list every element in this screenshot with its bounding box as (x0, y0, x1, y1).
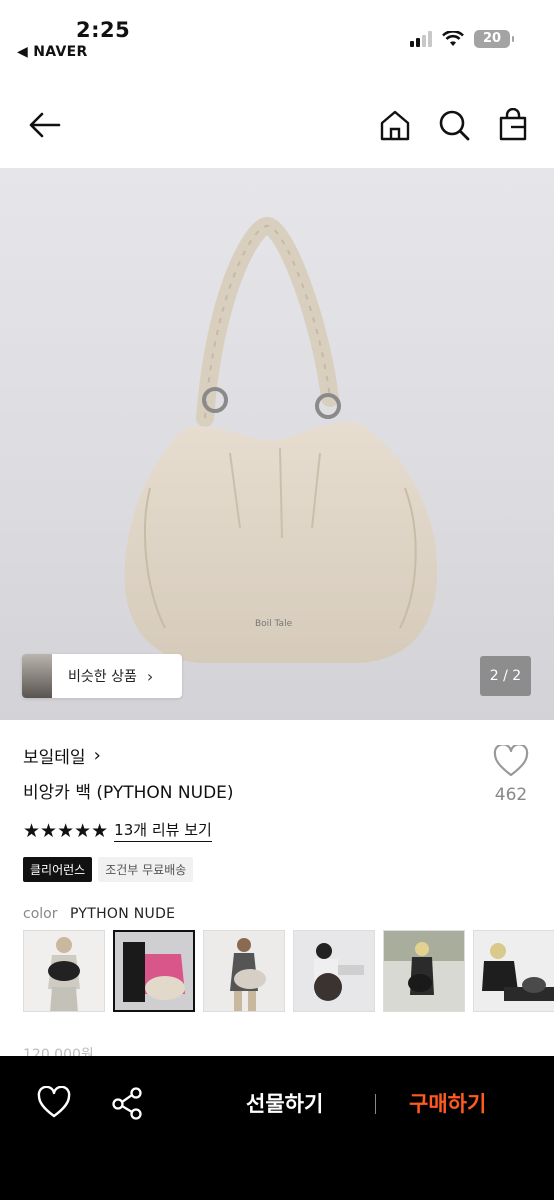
chevron-right-icon: › (93, 745, 101, 766)
product-image-carousel[interactable]: Boil Tale 비슷한 상품 › 2 / 2 (0, 168, 554, 720)
star-rating: ★★★★★ (23, 819, 109, 842)
home-icon[interactable] (378, 108, 412, 142)
color-swatch[interactable] (203, 930, 285, 1012)
heart-icon (493, 743, 529, 777)
bag-logo: Boil Tale (255, 619, 293, 629)
like-count: 462 (494, 785, 528, 805)
color-swatch-selected[interactable] (113, 930, 195, 1012)
color-selected: color PYTHON NUDE (23, 906, 175, 922)
top-nav (0, 92, 554, 162)
product-title: 비앙카 백 (PYTHON NUDE) (23, 783, 234, 803)
brand-name: 보일테일 (23, 748, 86, 768)
wifi-icon (442, 31, 464, 46)
similar-products-label: 비슷한 상품 (68, 669, 137, 685)
buy-button[interactable]: 구매하기 (409, 1088, 486, 1118)
bottom-action-bar: 선물하기 구매하기 (0, 1056, 554, 1200)
image-page-counter: 2 / 2 (480, 656, 531, 696)
badge-list: 클리어런스 조건부 무료배송 (23, 857, 194, 882)
status-bar: 2:25 ◀ NAVER 20 (0, 0, 554, 70)
shopping-bag-icon[interactable] (496, 108, 530, 142)
brand-link[interactable]: 보일테일 › (23, 743, 101, 768)
cellular-signal-icon (410, 31, 432, 47)
review-link[interactable]: 13개 리뷰 보기 (114, 819, 212, 842)
color-key: color (23, 906, 58, 922)
heart-icon[interactable] (37, 1086, 71, 1120)
gift-button[interactable]: 선물하기 (246, 1088, 323, 1118)
status-time: 2:25 (76, 18, 131, 42)
color-swatch[interactable] (473, 930, 554, 1012)
free-shipping-badge: 조건부 무료배송 (98, 857, 194, 882)
similar-products-button[interactable]: 비슷한 상품 › (22, 654, 182, 698)
back-to-app-link[interactable]: ◀ NAVER (17, 44, 88, 60)
rating-row: ★★★★★ 13개 리뷰 보기 (23, 819, 212, 842)
like-button[interactable]: 462 (488, 743, 534, 805)
color-swatch[interactable] (383, 930, 465, 1012)
product-photo: Boil Tale (124, 217, 438, 663)
divider (375, 1094, 376, 1114)
color-swatch[interactable] (23, 930, 105, 1012)
similar-thumbnail (22, 654, 52, 698)
arrow-left-icon[interactable] (28, 108, 62, 142)
chevron-right-icon: › (146, 666, 154, 686)
clearance-badge: 클리어런스 (23, 857, 93, 882)
share-icon[interactable] (110, 1086, 144, 1120)
color-swatch-list (23, 930, 554, 1012)
color-value: PYTHON NUDE (69, 906, 176, 922)
status-indicators: 20 (410, 30, 514, 48)
battery-indicator: 20 (474, 30, 514, 48)
color-swatch[interactable] (293, 930, 375, 1012)
search-icon[interactable] (437, 108, 471, 142)
